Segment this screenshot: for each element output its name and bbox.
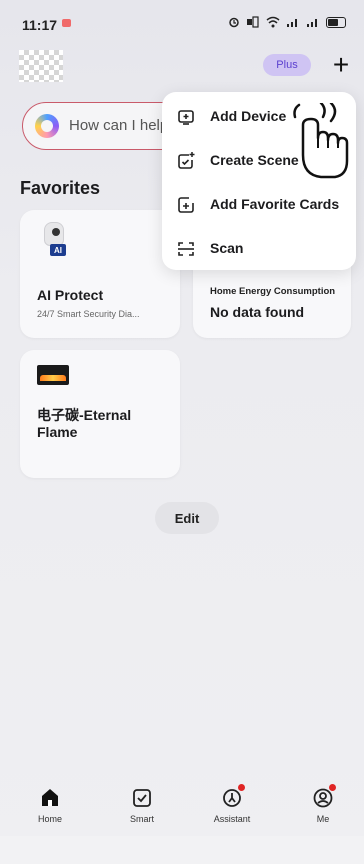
status-bar: 11:17 <box>0 0 364 40</box>
ai-assistant-icon <box>35 114 59 138</box>
edit-button[interactable]: Edit <box>155 502 219 534</box>
scan-icon <box>178 242 194 256</box>
alarm-icon <box>229 17 239 28</box>
signal-icon <box>247 16 259 28</box>
menu-label: Add Favorite Cards <box>210 196 340 212</box>
plus-badge[interactable]: Plus <box>263 54 311 76</box>
nav-smart[interactable]: Smart <box>112 778 172 834</box>
notification-icon <box>62 19 71 27</box>
cell-signal-icon-2 <box>307 19 317 27</box>
assistant-badge <box>238 784 245 791</box>
nav-home[interactable]: Home <box>20 778 80 834</box>
nav-label: Me <box>316 814 330 824</box>
tap-hand-icon <box>293 103 349 179</box>
smart-icon <box>133 789 151 807</box>
card-ai-protect[interactable]: AI AI Protect 24/7 Smart Security Dia... <box>20 210 180 338</box>
card-eternal-flame[interactable]: 电子碳-Eternal Flame <box>20 350 180 478</box>
add-device-icon <box>178 110 194 125</box>
fireplace-icon <box>37 365 69 385</box>
bottom-nav: Home Smart Assistant Me <box>0 778 364 834</box>
battery-icon <box>326 16 346 28</box>
wifi-icon <box>266 16 280 28</box>
card-title: AI Protect <box>37 287 104 303</box>
status-time: 11:17 <box>22 17 58 33</box>
menu-item-add-favorite-cards[interactable]: Add Favorite Cards <box>162 183 356 227</box>
nav-assistant[interactable]: Assistant <box>202 778 262 834</box>
favorites-title: Favorites <box>20 178 101 198</box>
add-button[interactable]: + <box>326 50 356 80</box>
cell-signal-icon <box>287 19 297 27</box>
status-icons <box>228 16 346 28</box>
nav-me[interactable]: Me <box>293 778 353 834</box>
home-avatar[interactable] <box>19 50 63 82</box>
card-value: No data found <box>210 304 305 320</box>
card-subtitle: 24/7 Smart Security Dia... <box>37 309 140 319</box>
system-gesture-bar <box>0 836 364 864</box>
create-scene-icon <box>178 152 195 169</box>
card-title: Home Energy Consumption <box>210 286 336 297</box>
menu-label: Scan <box>210 240 244 256</box>
camera-ai-icon: AI <box>42 222 68 256</box>
home-icon <box>42 789 58 806</box>
add-card-icon <box>178 197 194 213</box>
menu-label: Add Device <box>210 108 287 124</box>
card-title: 电子碳-Eternal Flame <box>37 407 132 440</box>
menu-item-scan[interactable]: Scan <box>162 227 356 271</box>
nav-label: Home <box>37 814 62 824</box>
nav-label: Smart <box>129 814 154 824</box>
nav-label: Assistant <box>213 814 251 824</box>
me-badge <box>329 784 336 791</box>
